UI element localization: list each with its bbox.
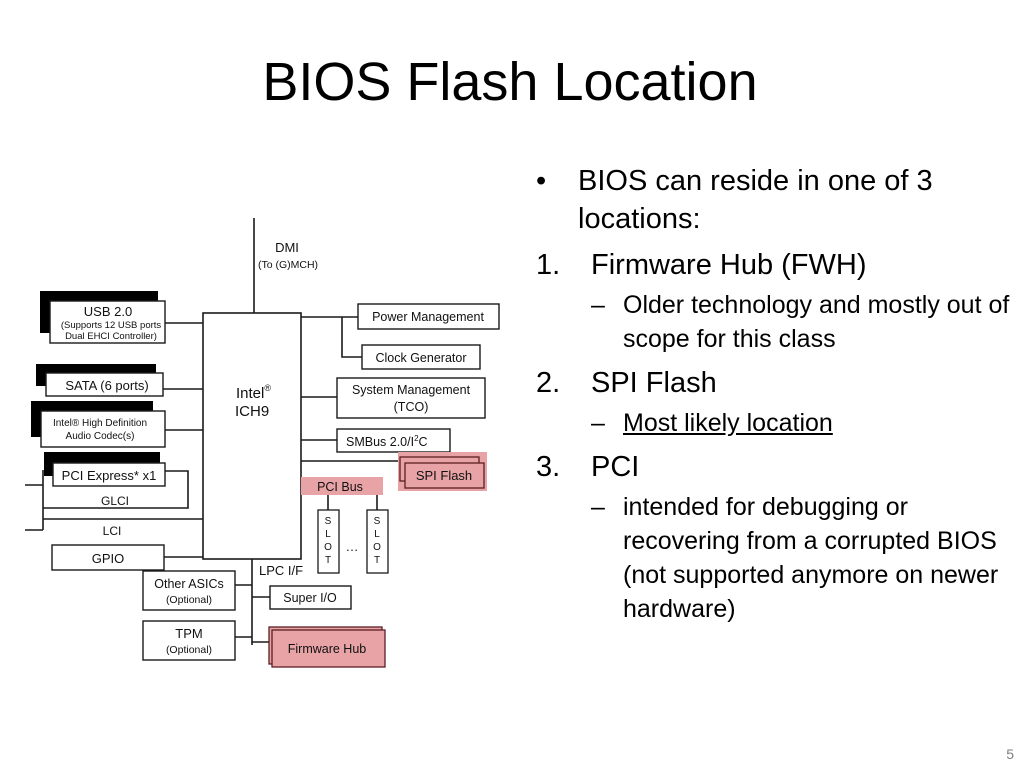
- svg-text:T: T: [374, 555, 380, 566]
- usb-block: USB 2.0 (Supports 12 USB ports Dual EHCI…: [40, 291, 166, 344]
- dmi-label: DMI: [275, 240, 299, 255]
- firmware-hub-block: Firmware Hub: [268, 626, 386, 668]
- svg-text:S: S: [374, 516, 381, 527]
- clock-generator-label: Clock Generator: [375, 351, 466, 365]
- location-item-1-detail: – Older technology and mostly out of sco…: [536, 288, 1016, 356]
- ich9-block-diagram: Intel® ICH9 DMI (To (G)MCH) USB 2.0 (Sup…: [25, 218, 500, 668]
- gpio-label: GPIO: [92, 551, 125, 566]
- item-number: 2.: [536, 367, 561, 399]
- audio-block: Intel® High Definition Audio Codec(s): [31, 401, 166, 448]
- item-text: Firmware Hub (FWH): [591, 249, 867, 281]
- lci-label: LCI: [103, 524, 122, 538]
- location-item-3: 3. PCI: [536, 448, 1016, 486]
- dash-marker: –: [591, 291, 605, 319]
- ich9-label-line2: ICH9: [235, 403, 269, 420]
- pci-slot-1: S L O T: [317, 509, 340, 574]
- other-asics-label: Other ASICs: [154, 577, 223, 591]
- item-number: 1.: [536, 249, 561, 281]
- svg-text:O: O: [373, 542, 381, 553]
- power-management-label: Power Management: [372, 310, 484, 324]
- system-management-tco: (TCO): [394, 400, 429, 414]
- location-item-2-detail: – Most likely location: [536, 406, 1016, 440]
- svg-text:T: T: [325, 555, 331, 566]
- intro-text: BIOS can reside in one of 3 locations:: [578, 165, 933, 235]
- item-text: PCI: [591, 451, 640, 483]
- location-item-1: 1. Firmware Hub (FWH): [536, 246, 1016, 284]
- super-io-label: Super I/O: [283, 591, 337, 605]
- tpm-label: TPM: [175, 626, 202, 641]
- dash-marker: –: [591, 409, 605, 437]
- location-item-2: 2. SPI Flash: [536, 364, 1016, 402]
- pcie-label: PCI Express* x1: [62, 468, 157, 483]
- pcie-block: PCI Express* x1: [44, 452, 166, 487]
- sata-label: SATA (6 ports): [65, 378, 148, 393]
- detail-text: intended for debugging or recovering fro…: [623, 493, 999, 623]
- svg-text:O: O: [324, 542, 332, 553]
- detail-text: Most likely location: [623, 409, 833, 437]
- pci-slot-2: S L O T: [366, 509, 389, 574]
- svg-text:L: L: [325, 529, 331, 540]
- spi-flash-block: SPI Flash: [398, 452, 487, 491]
- system-management-label: System Management: [352, 383, 471, 397]
- svg-text:L: L: [374, 529, 380, 540]
- ich9-hub-box: [202, 312, 302, 560]
- usb-detail-2: Dual EHCI Controller): [65, 331, 157, 342]
- usb-label: USB 2.0: [84, 304, 132, 319]
- slot-ellipsis: …: [346, 539, 359, 554]
- item-text: SPI Flash: [591, 367, 717, 399]
- audio-label-2: Audio Codec(s): [66, 431, 135, 442]
- dmi-sublabel: (To (G)MCH): [258, 259, 318, 271]
- page-number: 5: [1006, 746, 1014, 762]
- spi-flash-label: SPI Flash: [416, 468, 472, 483]
- firmware-hub-label: Firmware Hub: [288, 642, 367, 656]
- lpc-label: LPC I/F: [259, 563, 303, 578]
- tpm-optional: (Optional): [166, 644, 212, 656]
- bullet-list: • BIOS can reside in one of 3 locations:…: [536, 162, 1016, 626]
- audio-label-1: Intel® High Definition: [53, 418, 147, 429]
- dash-marker: –: [591, 493, 605, 521]
- glci-label: GLCI: [101, 494, 129, 508]
- pci-bus-label: PCI Bus: [317, 480, 363, 494]
- other-asics-optional: (Optional): [166, 594, 212, 606]
- sata-block: SATA (6 ports): [36, 364, 164, 397]
- bullet-dot: •: [536, 165, 547, 197]
- detail-text: Older technology and mostly out of scope…: [623, 291, 1010, 353]
- item-number: 3.: [536, 451, 561, 483]
- svg-text:S: S: [325, 516, 332, 527]
- usb-detail-1: (Supports 12 USB ports: [61, 320, 162, 331]
- intro-bullet: • BIOS can reside in one of 3 locations:: [536, 162, 1016, 238]
- location-item-3-detail: – intended for debugging or recovering f…: [536, 490, 1016, 626]
